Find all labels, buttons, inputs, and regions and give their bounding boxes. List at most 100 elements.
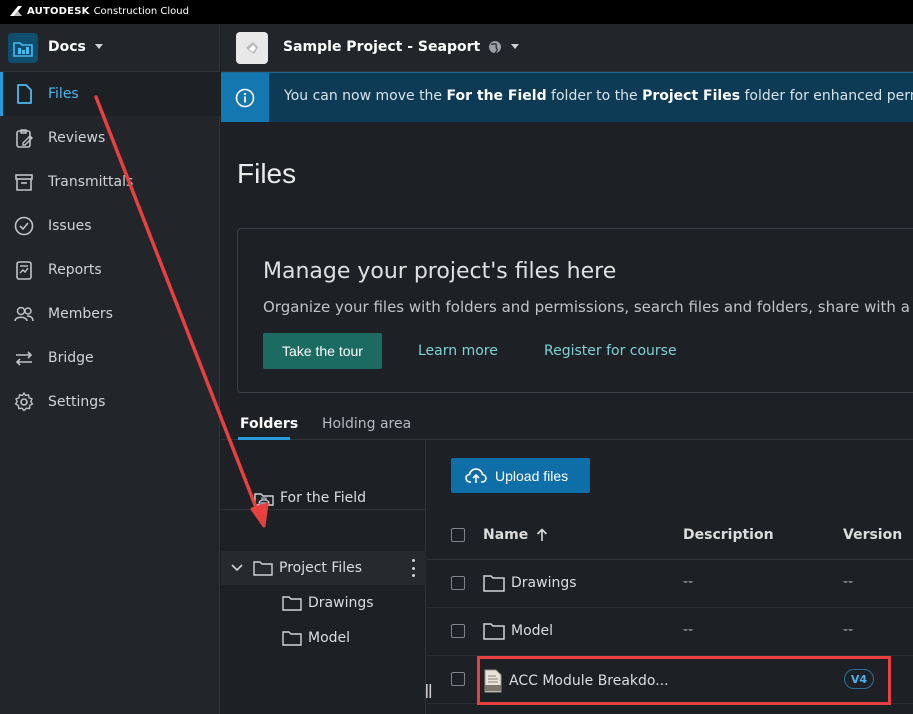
sidebar-item-label: Settings	[48, 394, 106, 410]
sidebar-item-reports[interactable]: Reports	[0, 248, 220, 292]
row-checkbox[interactable]	[451, 672, 465, 686]
page-title: Files	[237, 158, 297, 189]
tree-item-label: Drawings	[308, 595, 374, 611]
info-icon	[221, 73, 269, 122]
folder-icon	[253, 561, 273, 576]
folder-tabs: Folders Holding area	[221, 410, 913, 440]
product-label: Docs	[48, 39, 86, 55]
project-selector[interactable]: Sample Project - Seaport	[283, 39, 520, 55]
folder-icon	[282, 596, 302, 611]
product-switcher[interactable]: Docs	[0, 24, 220, 72]
brand-rest: Construction Cloud	[93, 5, 189, 17]
upload-files-button[interactable]: Upload files	[451, 458, 590, 493]
brand-bold: AUTODESK	[27, 5, 90, 17]
sidebar-item-label: Bridge	[48, 350, 94, 366]
banner-text-3: folder for enhanced permission c	[744, 88, 913, 104]
row-checkbox[interactable]	[451, 624, 465, 638]
row-version: --	[843, 622, 854, 638]
project-name: Sample Project - Seaport	[283, 39, 481, 55]
row-version: --	[843, 574, 854, 590]
gear-icon	[13, 391, 35, 413]
folder-icon	[483, 575, 505, 592]
card-subtitle: Organize your files with folders and per…	[263, 298, 910, 316]
table-header: Name Description Version	[427, 512, 913, 560]
chevron-down-icon	[511, 44, 520, 49]
tree-item-label: For the Field	[280, 490, 367, 506]
main-content: Sample Project - Seaport You can now mov…	[221, 24, 913, 714]
banner-bold-project-files: Project Files	[642, 88, 741, 104]
sidebar-item-settings[interactable]: Settings	[0, 380, 220, 424]
row-name-label: Model	[511, 623, 554, 639]
tab-folders[interactable]: Folders	[240, 416, 298, 432]
name-header-label: Name	[483, 527, 529, 543]
tree-item-model[interactable]: Model	[221, 621, 426, 655]
row-name[interactable]: Drawings	[483, 573, 577, 593]
sidebar-item-transmittals[interactable]: Transmittals	[0, 160, 220, 204]
bridge-icon	[13, 347, 35, 369]
more-options-icon[interactable]	[412, 559, 416, 577]
reviews-icon	[13, 127, 35, 149]
tab-holding-area[interactable]: Holding area	[322, 416, 411, 432]
onboarding-card: Manage your project's files here Organiz…	[237, 228, 913, 393]
sidebar-item-issues[interactable]: Issues	[0, 204, 220, 248]
globe-icon	[489, 41, 502, 54]
project-bar: Sample Project - Seaport	[221, 24, 913, 72]
banner-text-1: You can now move the	[284, 88, 447, 104]
members-icon	[13, 303, 35, 325]
tree-divider	[221, 509, 426, 510]
table-row[interactable]: Model -- --	[427, 608, 913, 656]
autodesk-logo-icon	[10, 6, 22, 16]
project-thumbnail[interactable]	[236, 32, 268, 64]
name-column-header[interactable]: Name	[483, 527, 548, 543]
tree-item-drawings[interactable]: Drawings	[221, 586, 426, 620]
sidebar-item-label: Reviews	[48, 130, 106, 146]
row-description: --	[683, 574, 694, 590]
sidebar: Docs Files Reviews Transmittals Issues R…	[0, 24, 220, 714]
table-row[interactable]: Drawings -- --	[427, 560, 913, 608]
sidebar-nav: Files Reviews Transmittals Issues Report…	[0, 72, 220, 424]
field-folder-icon	[254, 493, 274, 506]
chevron-down-icon	[94, 44, 103, 49]
sidebar-item-label: Files	[48, 86, 79, 102]
row-checkbox[interactable]	[451, 576, 465, 590]
row-name-label: Drawings	[511, 575, 577, 591]
version-column-header[interactable]: Version	[843, 527, 902, 543]
info-banner: You can now move the For the Field folde…	[221, 72, 913, 122]
top-bar: AUTODESK Construction Cloud	[0, 0, 913, 24]
highlight-box	[477, 656, 891, 705]
autodesk-logo[interactable]: AUTODESK Construction Cloud	[9, 5, 189, 17]
file-icon	[13, 83, 35, 105]
sidebar-item-label: Reports	[48, 262, 102, 278]
sidebar-item-reviews[interactable]: Reviews	[0, 116, 220, 160]
product-title: Docs	[48, 39, 104, 55]
cloud-upload-icon	[465, 467, 487, 483]
row-name[interactable]: Model	[483, 621, 553, 641]
banner-text-2: folder to the	[546, 88, 643, 104]
sidebar-item-files[interactable]: Files	[0, 72, 220, 116]
description-column-header[interactable]: Description	[683, 527, 774, 543]
upload-files-label: Upload files	[495, 467, 569, 484]
card-title: Manage your project's files here	[263, 259, 617, 284]
reports-icon	[13, 259, 35, 281]
docs-icon	[8, 33, 38, 63]
issues-icon	[13, 215, 35, 237]
sidebar-item-label: Transmittals	[48, 174, 134, 190]
banner-bold-for-field: For the Field	[446, 88, 547, 104]
sidebar-item-members[interactable]: Members	[0, 292, 220, 336]
transmittals-icon	[13, 171, 35, 193]
select-all-checkbox[interactable]	[451, 528, 465, 542]
tree-item-label: Project Files	[279, 560, 363, 576]
take-tour-button[interactable]: Take the tour	[263, 333, 382, 369]
tree-item-project-files[interactable]: Project Files	[221, 551, 426, 585]
folder-icon	[282, 631, 302, 646]
tree-item-label: Model	[308, 630, 351, 646]
sidebar-item-bridge[interactable]: Bridge	[0, 336, 220, 380]
row-description: --	[683, 622, 694, 638]
folder-icon	[483, 623, 505, 640]
sidebar-item-label: Members	[48, 306, 113, 322]
learn-more-link[interactable]: Learn more	[418, 343, 498, 359]
register-course-link[interactable]: Register for course	[544, 343, 677, 359]
folder-tree: For the Field Project Files Drawings Mod…	[221, 440, 426, 714]
chevron-down-icon[interactable]	[230, 563, 244, 573]
banner-message: You can now move the For the Field folde…	[284, 88, 913, 104]
